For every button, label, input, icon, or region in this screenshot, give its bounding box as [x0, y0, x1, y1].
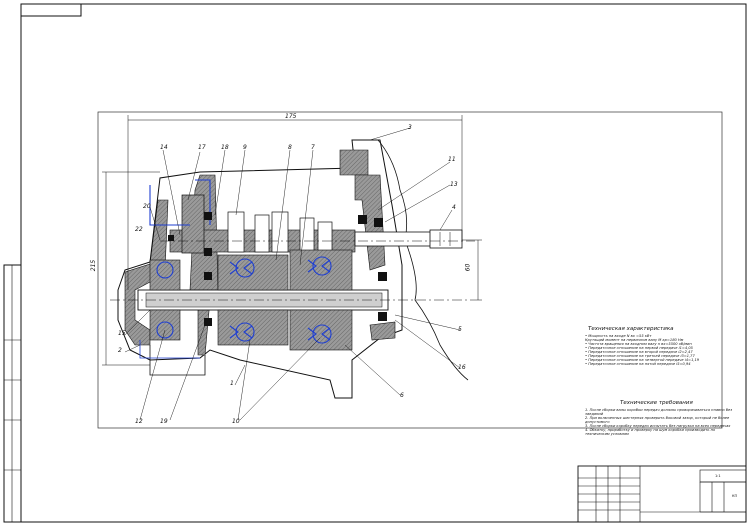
callout-3: 3 [408, 124, 412, 131]
callout-15: 15 [118, 330, 126, 337]
callout-9: 9 [243, 144, 247, 151]
drawing-sheet [3, 3, 747, 523]
callout-10: 10 [232, 418, 240, 425]
tech-line: • Передаточное отношение на пятой переда… [585, 362, 691, 366]
callout-4: 4 [452, 204, 456, 211]
callout-12: 12 [135, 418, 143, 425]
callout-17: 17 [198, 144, 206, 151]
tech-characteristics-list: • Мощность на входе N вх =55 кВт Крутящи… [585, 334, 735, 366]
callout-5: 5 [458, 326, 462, 333]
title-block [577, 465, 747, 523]
callout-11: 11 [448, 156, 456, 163]
title-block-sheet-label: КП [732, 494, 738, 498]
dimension-overall-width: 175 [285, 113, 297, 120]
callout-7: 7 [311, 144, 315, 151]
dimension-height: 215 [90, 259, 98, 272]
callout-19: 19 [160, 418, 168, 425]
gearbox-section [102, 115, 482, 421]
tech-characteristics-title: Техническая характеристика [588, 326, 674, 332]
requirement-line: 4. Обкатку, приработку и проверку на шум… [585, 428, 716, 436]
callout-22: 22 [135, 226, 143, 233]
callout-14: 14 [160, 144, 168, 151]
tech-requirements-list: 1. После сборки валы коробки передач дол… [585, 408, 735, 436]
callout-1: 1 [230, 380, 234, 387]
callout-13: 13 [450, 181, 458, 188]
callout-8: 8 [288, 144, 292, 151]
callout-6: 6 [400, 392, 404, 399]
callout-18: 18 [221, 144, 229, 151]
requirement-line: 2. При включенных шестернях проверить бо… [585, 416, 730, 424]
tech-requirements-title: Технические требования [620, 400, 693, 406]
title-block-scale: 1:1 [715, 474, 721, 478]
callout-16: 16 [458, 364, 466, 371]
requirement-line: 1. После сборки валы коробки передач дол… [585, 408, 733, 416]
callout-20: 20 [143, 203, 151, 210]
dimension-shaft-offset: 60 [464, 263, 472, 272]
callout-2: 2 [118, 347, 122, 354]
